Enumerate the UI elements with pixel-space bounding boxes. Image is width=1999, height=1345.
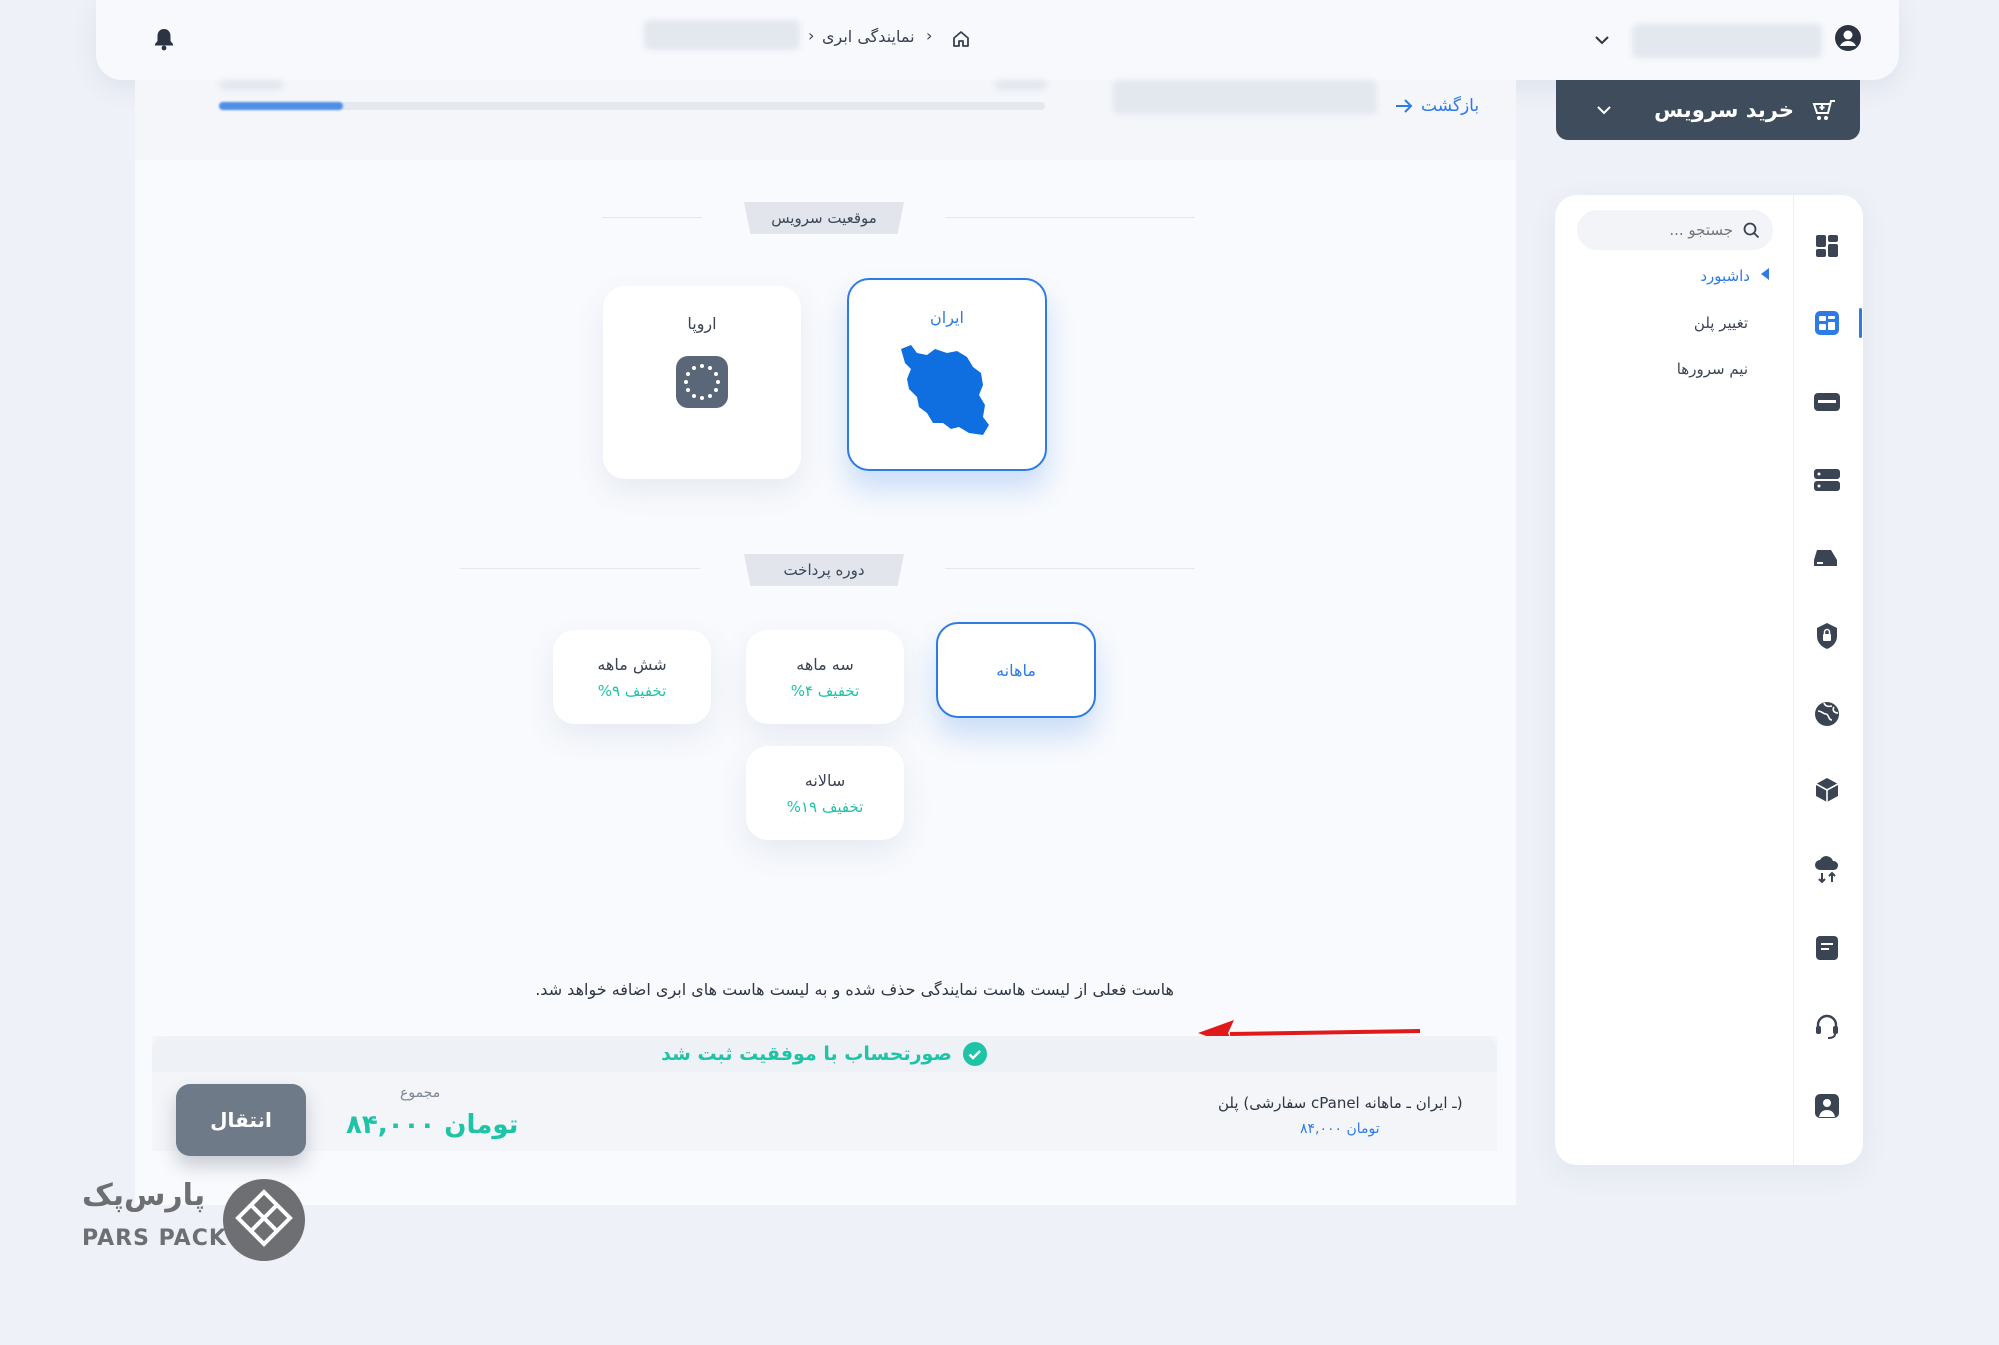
iran-map-icon bbox=[895, 343, 999, 443]
blurred-usage-label bbox=[219, 80, 283, 90]
period-option-yearly[interactable]: سالانه %۱۹ تخفیف bbox=[746, 746, 904, 840]
account-icon[interactable] bbox=[1812, 1091, 1842, 1121]
notice-text: هاست فعلی از لیست هاست نمایندگی حذف شده … bbox=[535, 980, 1174, 999]
period-discount: %۴ تخفیف bbox=[790, 681, 860, 700]
domain-globe-icon[interactable] bbox=[1812, 699, 1842, 729]
period-label: ماهانه bbox=[996, 660, 1036, 680]
sidebar-item-semi-servers[interactable]: نیم سرورها bbox=[1677, 360, 1748, 378]
period-label: سه ماهه bbox=[796, 654, 854, 674]
parspack-logo-mark-icon bbox=[223, 1179, 305, 1261]
breadcrumb-separator: › bbox=[808, 26, 815, 45]
package-icon[interactable] bbox=[1812, 775, 1842, 805]
total-label: مجموع bbox=[400, 1085, 441, 1101]
ssl-lock-icon[interactable] bbox=[1812, 621, 1842, 651]
vps-icon[interactable] bbox=[1812, 543, 1842, 573]
period-option-semiannual[interactable]: شش ماهه %۹ تخفیف bbox=[553, 630, 711, 724]
divider bbox=[460, 568, 700, 569]
period-discount: %۱۹ تخفیف bbox=[786, 797, 864, 816]
sidebar-item-label: داشبورد bbox=[1700, 267, 1750, 285]
period-option-quarterly[interactable]: سه ماهه %۴ تخفیف bbox=[746, 630, 904, 724]
location-option-europe[interactable]: اروپا bbox=[603, 286, 801, 479]
divider bbox=[945, 568, 1195, 569]
period-discount: %۹ تخفیف bbox=[597, 681, 667, 700]
toast-message: صورتحساب با موفقیت ثبت شد bbox=[661, 1043, 952, 1065]
dashboard-icon[interactable] bbox=[1812, 231, 1842, 261]
period-label: شش ماهه bbox=[597, 654, 667, 674]
sidebar-item-change-plan[interactable]: تغییر پلن bbox=[1694, 314, 1748, 332]
usage-strip: بازگشت bbox=[135, 80, 1516, 160]
home-icon[interactable] bbox=[950, 28, 972, 50]
blurred-usage-label bbox=[995, 80, 1047, 90]
cart-icon bbox=[1810, 98, 1836, 122]
bell-icon[interactable] bbox=[152, 26, 176, 52]
chevron-down-icon[interactable] bbox=[1592, 30, 1612, 50]
buy-service-label: خرید سرویس bbox=[1654, 98, 1794, 122]
dedicated-server-icon[interactable] bbox=[1812, 465, 1842, 495]
user-icon[interactable] bbox=[1834, 24, 1862, 52]
brand-name-fa: پارس‌پک bbox=[82, 1178, 206, 1213]
transfer-button[interactable]: انتقال bbox=[176, 1084, 306, 1156]
search-icon bbox=[1742, 221, 1760, 239]
support-headset-icon[interactable] bbox=[1812, 1011, 1842, 1041]
sidebar: داشبورد تغییر پلن نیم سرورها bbox=[1555, 195, 1863, 1165]
blurred-stat-card bbox=[1113, 80, 1377, 114]
success-toast: صورتحساب با موفقیت ثبت شد bbox=[152, 1036, 1497, 1072]
hosting-icon[interactable] bbox=[1812, 308, 1842, 338]
top-header: › نمایندگی ابری › bbox=[96, 0, 1899, 80]
back-link[interactable]: بازگشت bbox=[1395, 96, 1479, 116]
breadcrumb-separator: › bbox=[926, 26, 933, 45]
sidebar-item-label: تغییر پلن bbox=[1693, 314, 1748, 332]
total-value: ۸۴,۰۰۰ تومان bbox=[346, 1110, 519, 1140]
plan-price: ۸۴,۰۰۰ تومان bbox=[1300, 1121, 1380, 1137]
location-label: ایران bbox=[930, 308, 964, 327]
parspack-logo: پارس‌پک PARS PACK bbox=[80, 1176, 306, 1262]
cloud-transfer-icon[interactable] bbox=[1812, 855, 1842, 885]
sidebar-item-label: نیم سرورها bbox=[1676, 360, 1748, 378]
chevron-down-icon bbox=[1596, 105, 1612, 115]
caret-left-icon bbox=[1760, 267, 1770, 285]
buy-service-button[interactable]: خرید سرویس bbox=[1556, 80, 1860, 140]
blurred-username bbox=[1632, 24, 1822, 58]
plan-label: پلن (سفارشی cPanel ـ ایران ـ ماهانه) bbox=[1218, 1094, 1463, 1112]
location-label: اروپا bbox=[687, 314, 717, 333]
server-icon[interactable] bbox=[1812, 387, 1842, 417]
period-label: سالانه bbox=[804, 770, 846, 790]
payment-heading: دوره پرداخت bbox=[744, 554, 904, 586]
eu-flag-icon bbox=[675, 355, 729, 413]
period-option-monthly[interactable]: ماهانه bbox=[936, 622, 1096, 718]
brand-name-en: PARS PACK bbox=[82, 1226, 227, 1251]
back-label: بازگشت bbox=[1421, 96, 1480, 116]
sidebar-item-dashboard[interactable]: داشبورد bbox=[1700, 267, 1770, 285]
check-circle-icon bbox=[962, 1041, 988, 1067]
breadcrumb-current[interactable]: نمایندگی ابری bbox=[822, 27, 915, 46]
arrow-right-icon bbox=[1395, 99, 1413, 113]
location-option-iran[interactable]: ایران bbox=[847, 278, 1047, 471]
usage-progress-fill bbox=[219, 102, 343, 110]
location-heading: موقعیت سرویس bbox=[744, 202, 904, 234]
usage-progress-track bbox=[219, 102, 1045, 110]
active-rail-indicator bbox=[1859, 308, 1862, 338]
divider bbox=[602, 217, 702, 218]
blurred-breadcrumb-item bbox=[644, 20, 800, 50]
rail-divider bbox=[1793, 195, 1794, 1165]
invoice-icon[interactable] bbox=[1812, 933, 1842, 963]
divider bbox=[945, 217, 1195, 218]
